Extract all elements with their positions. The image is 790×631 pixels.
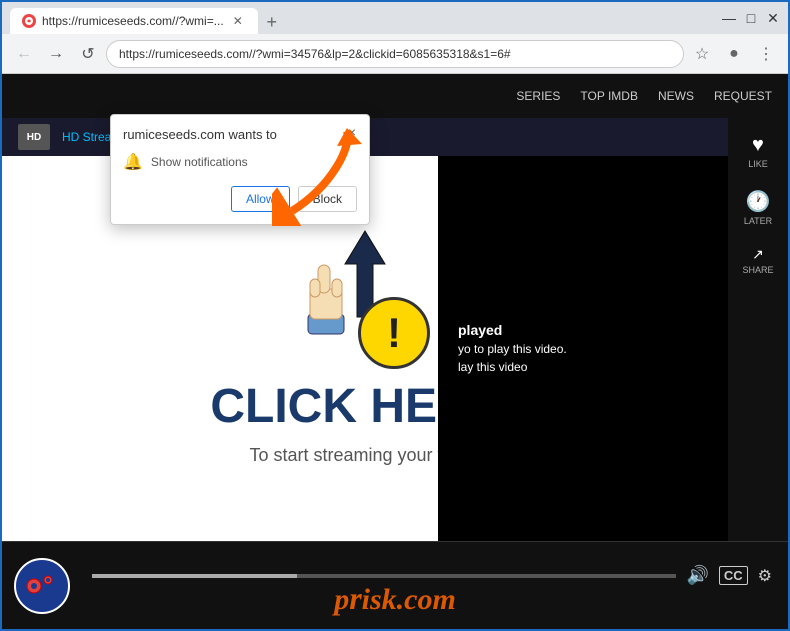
allow-button[interactable]: Allow xyxy=(231,186,290,212)
hand-svg xyxy=(300,259,355,339)
window-controls: — □ ✕ xyxy=(722,11,780,25)
address-right-icons: ☆ ● ⋮ xyxy=(688,40,780,68)
site-navigation: SERIES TOP IMDB NEWS REQUEST xyxy=(2,74,788,118)
menu-icon[interactable]: ⋮ xyxy=(752,40,780,68)
share-action[interactable]: ↗ SHARE xyxy=(742,246,773,275)
popup-buttons: Allow Block xyxy=(123,186,357,212)
nav-series[interactable]: SERIES xyxy=(516,89,560,103)
minimize-button[interactable]: — xyxy=(722,11,736,25)
tab-favicon xyxy=(22,14,36,28)
browser-window: https://rumiceseeds.com//?wmi=... ✕ + — … xyxy=(0,0,790,631)
new-tab-button[interactable]: + xyxy=(258,10,286,34)
video-line3: lay this video xyxy=(458,360,527,374)
progress-bar[interactable] xyxy=(92,574,676,578)
later-action[interactable]: 🕐 LATER xyxy=(744,189,772,226)
title-bar: https://rumiceseeds.com//?wmi=... ✕ + — … xyxy=(2,2,788,34)
profile-icon[interactable]: ● xyxy=(720,40,748,68)
popup-title: rumiceseeds.com wants to xyxy=(123,127,357,142)
like-icon: ♥ xyxy=(752,134,764,157)
like-label: LIKE xyxy=(748,159,768,169)
bookmark-icon[interactable]: ☆ xyxy=(688,40,716,68)
address-bar: ← → ↺ ☆ ● ⋮ xyxy=(2,34,788,74)
pcrisk-circle-svg xyxy=(22,566,62,606)
share-label: SHARE xyxy=(742,265,773,275)
video-line2: yo to play this video. xyxy=(458,342,567,356)
nav-top-imdb[interactable]: TOP IMDB xyxy=(580,89,638,103)
nav-news[interactable]: NEWS xyxy=(658,89,694,103)
like-action[interactable]: ♥ LIKE xyxy=(748,134,768,169)
pcrisk-logo-area xyxy=(2,542,82,630)
popup-bell-row: 🔔 Show notifications xyxy=(123,152,357,172)
popup-close-btn[interactable]: × xyxy=(343,123,361,141)
later-icon: 🕐 xyxy=(746,189,771,214)
progress-fill xyxy=(92,574,297,578)
video-line1: played xyxy=(458,322,502,338)
nav-request[interactable]: REQUEST xyxy=(714,89,772,103)
nav-links: SERIES TOP IMDB NEWS REQUEST xyxy=(516,89,772,103)
later-label: LATER xyxy=(744,216,772,226)
volume-icon[interactable]: 🔊 xyxy=(686,565,708,586)
forward-button[interactable]: → xyxy=(42,40,70,68)
tab-close-btn[interactable]: ✕ xyxy=(230,13,246,29)
url-bar[interactable] xyxy=(106,40,684,68)
pcrisk-watermark: prisk.com xyxy=(334,580,456,617)
video-player: prisk.com 🔊 CC ⚙ xyxy=(2,541,788,629)
refresh-button[interactable]: ↺ xyxy=(74,40,102,68)
pcrisk-text: prisk.com xyxy=(334,583,456,616)
video-controls: 🔊 CC ⚙ xyxy=(686,565,772,586)
notification-popup: × rumiceseeds.com wants to 🔔 Show notifi… xyxy=(110,114,370,225)
close-button[interactable]: ✕ xyxy=(766,11,780,25)
block-button[interactable]: Block xyxy=(298,186,357,212)
cc-icon[interactable]: CC xyxy=(719,566,748,585)
settings-icon[interactable]: ⚙ xyxy=(758,566,772,586)
bell-icon: 🔔 xyxy=(123,152,143,172)
hd-badge: HD xyxy=(18,124,50,150)
back-button[interactable]: ← xyxy=(10,40,38,68)
tab-title: https://rumiceseeds.com//?wmi=... xyxy=(42,14,224,28)
popup-bell-text: Show notifications xyxy=(151,155,248,169)
active-tab[interactable]: https://rumiceseeds.com//?wmi=... ✕ xyxy=(10,8,258,34)
page-content: SERIES TOP IMDB NEWS REQUEST HD HD Strea… xyxy=(2,74,788,629)
maximize-button[interactable]: □ xyxy=(744,11,758,25)
pcrisk-logo-circle xyxy=(14,558,70,614)
share-icon: ↗ xyxy=(752,246,764,263)
warning-circle: ! xyxy=(358,297,430,369)
click-illustration: ! xyxy=(300,229,430,369)
video-overlay: played yo to play this video. lay this v… xyxy=(438,154,728,541)
tab-bar: https://rumiceseeds.com//?wmi=... ✕ + xyxy=(10,2,716,34)
